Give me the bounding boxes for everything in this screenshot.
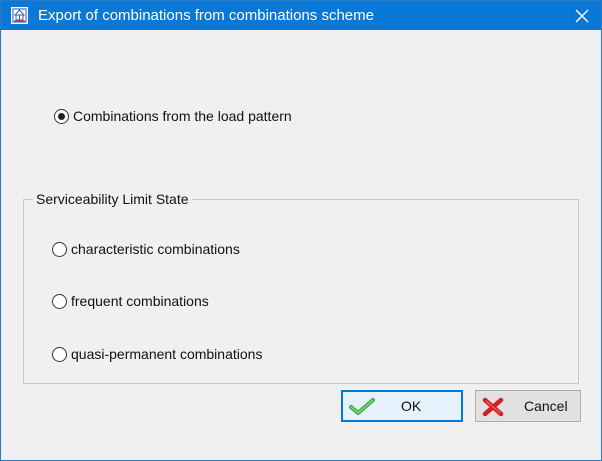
cancel-button[interactable]: Cancel	[475, 390, 581, 422]
cancel-label: Cancel	[524, 398, 568, 414]
radio-label: Combinations from the load pattern	[73, 108, 292, 124]
title-bar[interactable]: Export of combinations from combinations…	[1, 1, 601, 30]
radio-load-pattern[interactable]: Combinations from the load pattern	[54, 106, 292, 126]
ok-button[interactable]: OK	[341, 390, 463, 422]
green-checkmark-icon	[349, 398, 375, 421]
radio-label: quasi-permanent combinations	[71, 346, 263, 362]
radio-button[interactable]	[52, 241, 67, 257]
radio-label: characteristic combinations	[71, 241, 240, 257]
dialog-title: Export of combinations from combinations…	[38, 7, 374, 24]
close-icon	[575, 9, 589, 23]
radio-button[interactable]	[52, 346, 67, 362]
close-button[interactable]	[563, 1, 601, 30]
red-x-icon	[482, 397, 504, 422]
app-structure-icon	[11, 7, 28, 24]
radio-quasi-permanent[interactable]: quasi-permanent combinations	[52, 344, 262, 364]
radio-button-selected[interactable]	[54, 108, 69, 124]
radio-label: frequent combinations	[71, 293, 209, 309]
radio-button[interactable]	[52, 293, 67, 309]
export-combinations-dialog: Export of combinations from combinations…	[0, 0, 602, 461]
radio-characteristic[interactable]: characteristic combinations	[52, 239, 240, 259]
group-title: Serviceability Limit State	[33, 189, 192, 209]
radio-frequent[interactable]: frequent combinations	[52, 291, 209, 311]
ok-label: OK	[401, 398, 422, 414]
